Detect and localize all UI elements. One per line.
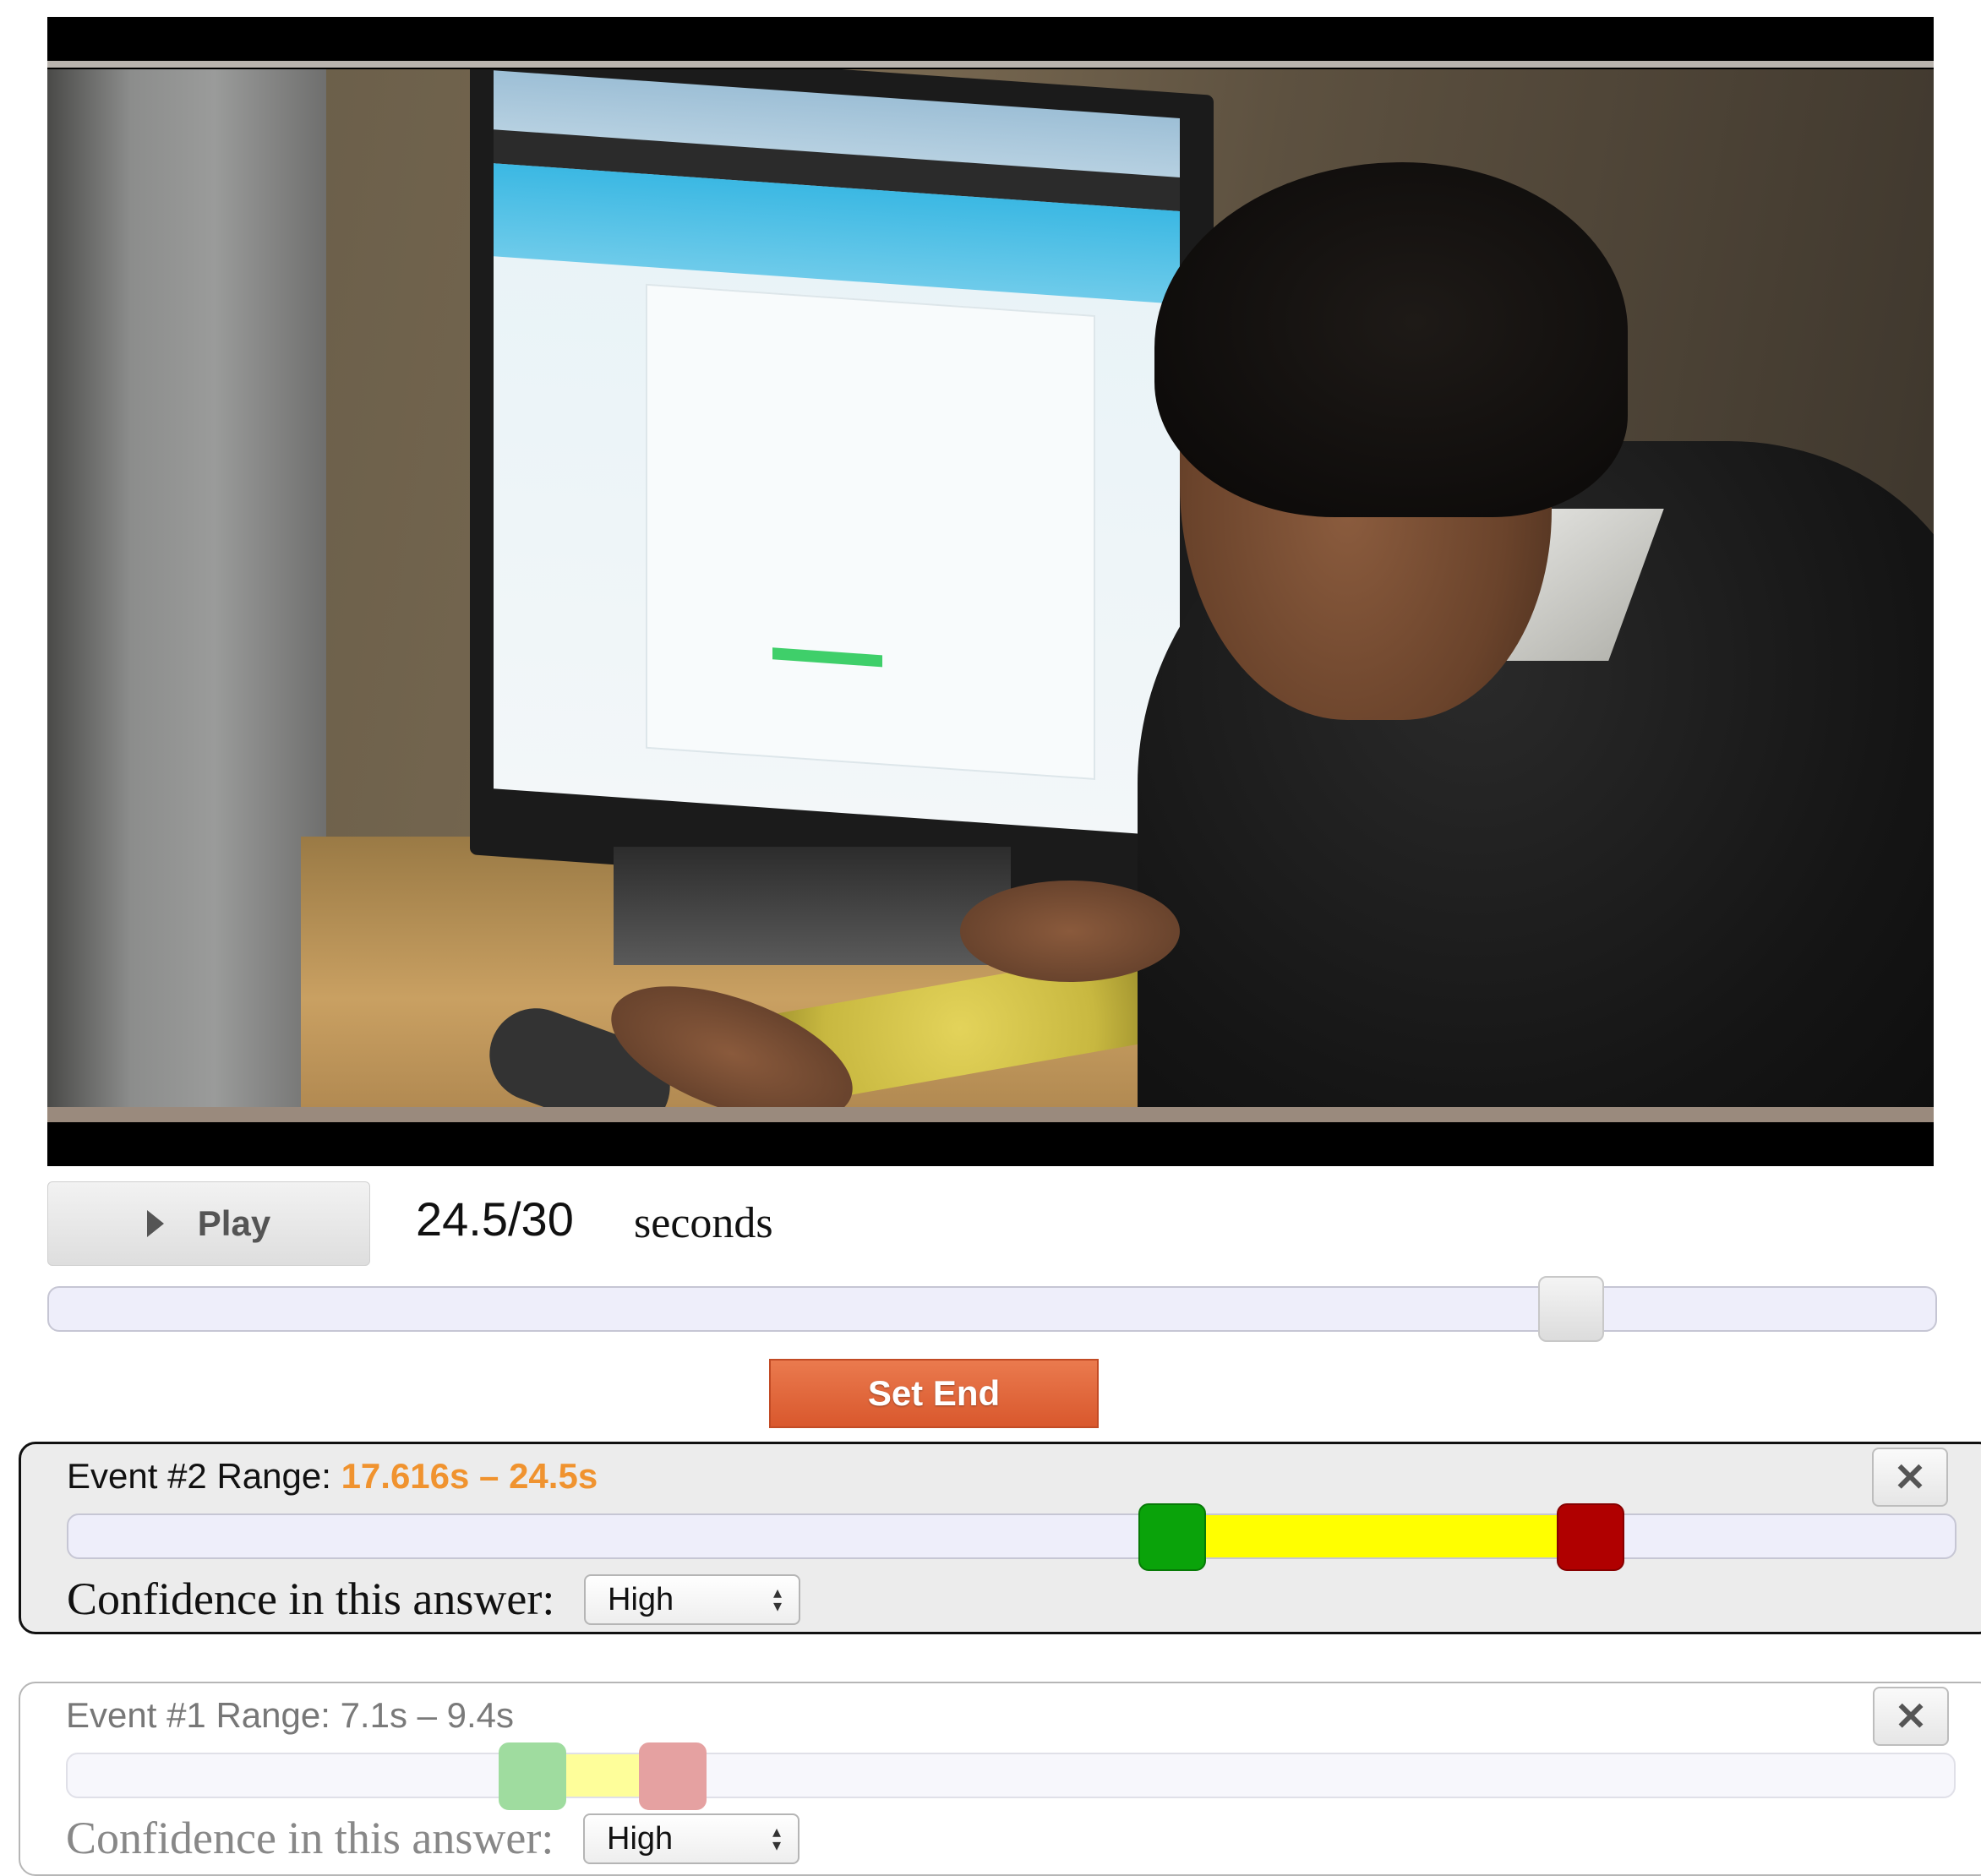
- play-button[interactable]: Play: [47, 1181, 370, 1266]
- confidence-selected-value: High: [608, 1581, 674, 1617]
- confidence-select[interactable]: High ▴ ▾: [584, 1574, 800, 1625]
- play-label: Play: [197, 1203, 271, 1243]
- close-icon[interactable]: ✕: [1872, 1448, 1948, 1507]
- range-start-handle[interactable]: [499, 1742, 567, 1810]
- event-range-heading: Event #2 Range: 17.616s – 24.5s: [67, 1456, 598, 1497]
- video-frame-image: [47, 69, 1934, 1107]
- video-player[interactable]: [47, 17, 1934, 1166]
- play-triangle-icon: [146, 1210, 164, 1237]
- event-panel-1: Event #1 Range: 7.1s – 9.4s ✕ Confidence…: [19, 1682, 1981, 1876]
- event-title: Event #1 Range:: [66, 1695, 341, 1735]
- event-range-heading: Event #1 Range: 7.1s – 9.4s: [66, 1695, 514, 1736]
- time-unit-label: seconds: [634, 1199, 773, 1247]
- confidence-select[interactable]: High ▴ ▾: [583, 1813, 799, 1864]
- set-end-button[interactable]: Set End: [769, 1359, 1099, 1428]
- event-range-value: 7.1s – 9.4s: [340, 1695, 515, 1735]
- updown-arrows-icon: ▴ ▾: [772, 1823, 781, 1855]
- range-fill: [1172, 1515, 1591, 1557]
- event-panel-2: Event #2 Range: 17.616s – 24.5s ✕ Confid…: [19, 1442, 1981, 1634]
- confidence-label: Confidence in this answer:: [66, 1813, 554, 1863]
- range-start-handle[interactable]: [1138, 1503, 1206, 1571]
- confidence-selected-value: High: [607, 1820, 674, 1857]
- video-timeline-slider[interactable]: [47, 1276, 1937, 1342]
- confidence-label: Confidence in this answer:: [67, 1573, 555, 1624]
- video-letterbox-top: [47, 17, 1934, 68]
- event-range-value: 17.616s – 24.5s: [341, 1456, 598, 1496]
- close-icon[interactable]: ✕: [1873, 1687, 1949, 1746]
- event-range-slider[interactable]: [66, 1742, 1956, 1810]
- time-readout: 24.5/30: [416, 1192, 574, 1246]
- event-range-slider[interactable]: [67, 1503, 1956, 1571]
- range-end-handle[interactable]: [638, 1742, 707, 1810]
- timeline-slider-thumb[interactable]: [1538, 1276, 1605, 1342]
- updown-arrows-icon: ▴ ▾: [772, 1584, 782, 1616]
- event-title: Event #2 Range:: [67, 1456, 341, 1496]
- range-end-handle[interactable]: [1556, 1503, 1624, 1571]
- video-letterbox-bottom: [47, 1107, 1934, 1166]
